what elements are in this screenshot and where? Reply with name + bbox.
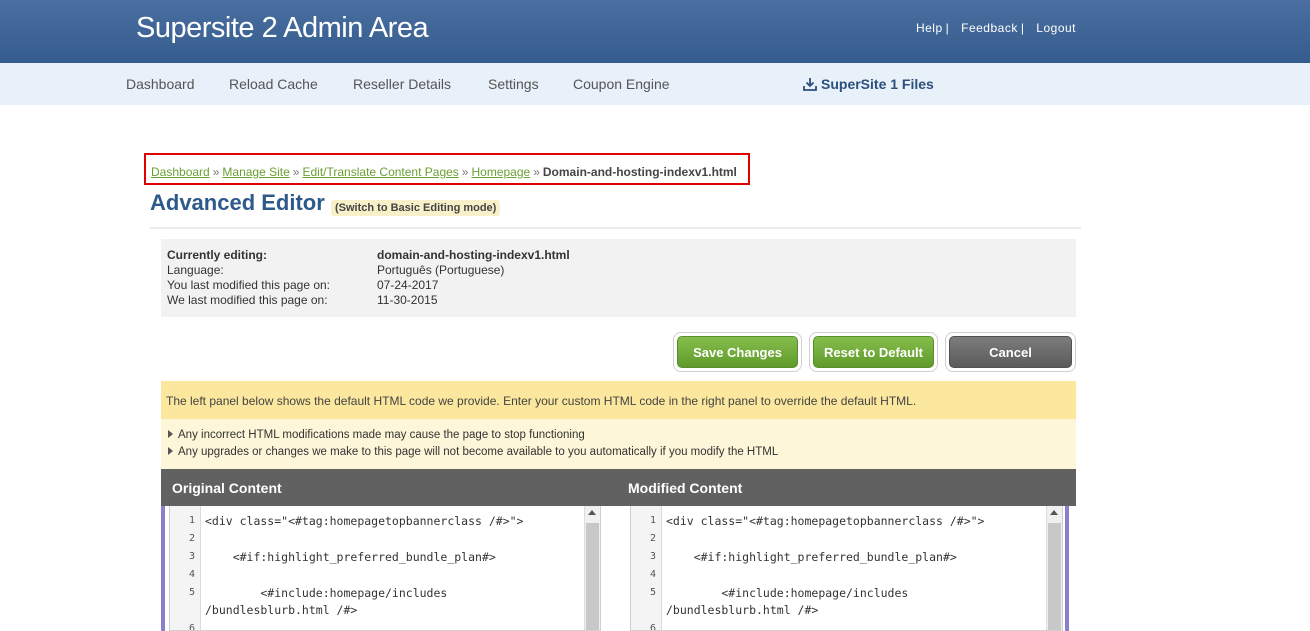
we-modified-label: We last modified this page on: (167, 293, 328, 307)
line-number: 2 (188, 533, 195, 544)
nav-dashboard[interactable]: Dashboard (126, 76, 195, 92)
you-modified-value: 07-24-2017 (377, 278, 439, 292)
top-header: Supersite 2 Admin Area Help | Feedback | L… (0, 0, 1310, 63)
scrollbar-thumb[interactable] (586, 523, 599, 630)
original-content-label: Original Content (172, 480, 282, 496)
main-nav: Dashboard Reload Cache Reseller Details … (0, 63, 1310, 105)
language-label: Language: (167, 263, 224, 277)
bullet-arrow-icon (168, 430, 173, 438)
panel-border (161, 506, 165, 631)
code-line: /bundlesblurb.html /#> (205, 603, 358, 617)
bullet-arrow-icon (168, 447, 173, 455)
divider (150, 227, 1081, 229)
cancel-button-frame: Cancel (945, 332, 1076, 372)
vertical-scrollbar[interactable] (584, 506, 600, 630)
page-info-box: Currently editing: domain-and-hosting-in… (161, 239, 1076, 317)
line-number: 6 (188, 623, 195, 631)
we-modified-value: 11-30-2015 (377, 293, 438, 307)
nav-supersite1-files[interactable]: SuperSite 1 Files (803, 76, 934, 92)
breadcrumb-homepage[interactable]: Homepage (471, 165, 530, 179)
breadcrumb-manage-site[interactable]: Manage Site (222, 165, 289, 179)
code-line: <#if:highlight_preferred_bundle_plan#> (666, 550, 957, 564)
code-panels-header: Original Content Modified Content (161, 469, 1076, 506)
breadcrumb-separator: » (533, 165, 540, 179)
line-number: 4 (188, 569, 195, 580)
warning-text: Any upgrades or changes we make to this … (178, 446, 779, 458)
you-modified-label: You last modified this page on: (167, 278, 331, 292)
feedback-link[interactable]: Feedback (961, 21, 1018, 35)
breadcrumb-separator: » (461, 165, 469, 179)
currently-editing-label: Currently editing: (167, 248, 268, 262)
nav-reload-cache[interactable]: Reload Cache (229, 76, 318, 92)
line-number: 1 (649, 515, 656, 526)
help-link[interactable]: Help (916, 21, 943, 35)
code-line: <div class="<#tag:homepagetopbannerclass… (205, 514, 524, 528)
notice-text: The left panel below shows the default H… (161, 381, 1076, 419)
reset-button-frame: Reset to Default (809, 332, 938, 372)
reset-default-button[interactable]: Reset to Default (813, 336, 934, 368)
warning-item: Any upgrades or changes we make to this … (168, 446, 778, 458)
scroll-up-icon[interactable] (1050, 510, 1058, 515)
save-button-frame: Save Changes (673, 332, 802, 372)
panel-border (1065, 506, 1069, 631)
logout-link[interactable]: Logout (1036, 21, 1076, 35)
warning-item: Any incorrect HTML modifications made ma… (168, 429, 585, 441)
save-button[interactable]: Save Changes (677, 336, 798, 368)
breadcrumb-edit-translate[interactable]: Edit/Translate Content Pages (302, 165, 458, 179)
line-number-gutter: 1 2 3 4 5 6 (170, 506, 201, 631)
breadcrumb-dashboard[interactable]: Dashboard (151, 165, 210, 179)
page-title: Advanced Editor (150, 190, 325, 215)
language-value: Português (Portuguese) (377, 263, 505, 277)
code-line: <div class="<#tag:homepagetopbannerclass… (666, 514, 985, 528)
breadcrumb-current: Domain-and-hosting-indexv1.html (542, 165, 737, 179)
switch-basic-mode-link[interactable]: (Switch to Basic Editing mode) (331, 200, 501, 216)
line-number: 2 (649, 533, 656, 544)
breadcrumb-separator: » (292, 165, 300, 179)
scrollbar-thumb[interactable] (1048, 523, 1061, 630)
cancel-button[interactable]: Cancel (949, 336, 1072, 368)
nav-supersite1-files-label: SuperSite 1 Files (821, 76, 934, 92)
nav-coupon-engine[interactable]: Coupon Engine (573, 76, 670, 92)
code-line: <#include:homepage/includes (205, 586, 448, 600)
original-code-editor[interactable]: 1 2 3 4 5 6 <div class="<#tag:homepageto… (169, 506, 601, 631)
line-number: 3 (188, 551, 195, 562)
line-number: 1 (188, 515, 195, 526)
warning-list: Any incorrect HTML modifications made ma… (161, 419, 1076, 469)
scroll-up-icon[interactable] (588, 510, 596, 515)
code-line: <#include:homepage/includes (666, 586, 909, 600)
code-line: /bundlesblurb.html /#> (666, 603, 819, 617)
breadcrumb: Dashboard» Manage Site» Edit/Translate Con… (151, 165, 737, 179)
breadcrumb-separator: » (212, 165, 220, 179)
modified-code-editor[interactable]: 1 2 3 4 5 6 <div class="<#tag:homepageto… (630, 506, 1063, 631)
separator: | (1020, 21, 1025, 35)
download-icon (803, 78, 817, 91)
currently-editing-value: domain-and-hosting-indexv1.html (377, 248, 570, 262)
warning-text: Any incorrect HTML modifications made ma… (178, 429, 585, 441)
nav-reseller-details[interactable]: Reseller Details (353, 76, 451, 92)
line-number: 4 (649, 569, 656, 580)
top-links: Help | Feedback | Logout (916, 21, 1076, 35)
line-number: 6 (649, 623, 656, 631)
line-number: 3 (649, 551, 656, 562)
line-number: 5 (649, 587, 656, 598)
line-number: 5 (188, 587, 195, 598)
nav-settings[interactable]: Settings (488, 76, 539, 92)
separator: | (945, 21, 950, 35)
code-line: <#if:highlight_preferred_bundle_plan#> (205, 550, 496, 564)
vertical-scrollbar[interactable] (1046, 506, 1062, 630)
line-number-gutter: 1 2 3 4 5 6 (631, 506, 662, 631)
app-title: Supersite 2 Admin Area (136, 12, 429, 44)
modified-content-label: Modified Content (628, 480, 743, 496)
